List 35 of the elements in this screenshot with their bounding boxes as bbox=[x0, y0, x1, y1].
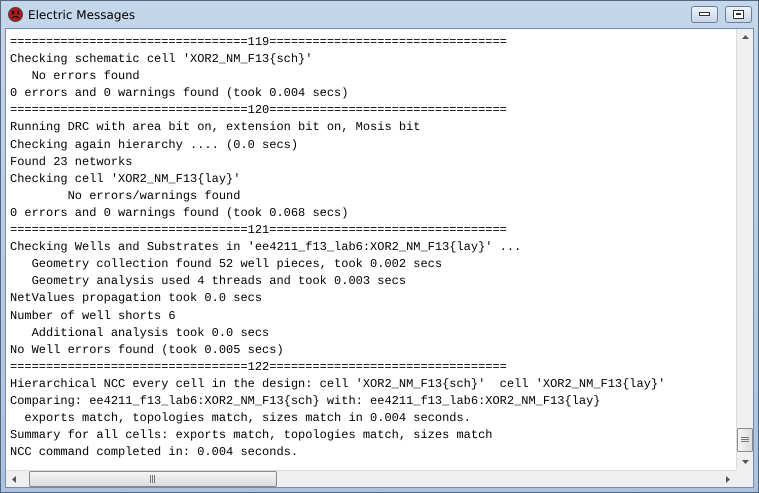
app-icon bbox=[8, 7, 23, 22]
log-line: NCC command completed in: 0.004 seconds. bbox=[10, 444, 298, 462]
vertical-scrollbar[interactable] bbox=[736, 29, 753, 470]
scroll-thumb[interactable] bbox=[29, 471, 277, 487]
log-line: Checking cell 'XOR2_NM_F13{lay}' bbox=[10, 170, 240, 188]
log-line: =================================121================================= bbox=[10, 222, 507, 240]
log-line: =================================120================================= bbox=[10, 102, 507, 120]
log-line: Additional analysis took 0.0 secs bbox=[30, 324, 270, 342]
log-line: Found 23 networks bbox=[10, 154, 132, 171]
log-line: Number of well shorts 6 bbox=[10, 308, 176, 324]
log-line: Comparing: ee4211_f13_lab6:XOR2_NM_F13{sch} with: ee4211_f13_lab6:XOR2_NM_F13{lay} bbox=[10, 392, 600, 410]
log-line: 0 errors and 0 warnings found (took 0.068 secs) bbox=[10, 204, 348, 222]
log-line: NetValues propagation took 0.0 secs bbox=[10, 290, 262, 308]
log-line: No errors found bbox=[30, 68, 140, 86]
log-line: 0 errors and 0 warnings found (took 0.004 secs) bbox=[10, 85, 348, 102]
log-line: exports match, topologies match, sizes match in 0.004 seconds. bbox=[23, 410, 471, 428]
maximize-button[interactable] bbox=[725, 6, 752, 23]
scroll-thumb[interactable] bbox=[737, 428, 753, 452]
log-line: =================================119================================= bbox=[10, 34, 507, 51]
log-line: Running DRC with area bit on, extension bit on, Mosis bit bbox=[10, 119, 420, 136]
horizontal-scrollbar[interactable] bbox=[6, 470, 736, 487]
minimize-icon bbox=[699, 12, 710, 17]
log-line: Geometry analysis used 4 threads and took 0.003 secs bbox=[30, 273, 406, 290]
log-line: Checking schematic cell 'XOR2_NM_F13{sch}' bbox=[10, 51, 312, 68]
log-line: Geometry collection found 52 well pieces, took 0.002 secs bbox=[30, 256, 442, 274]
minimize-button[interactable] bbox=[691, 6, 718, 23]
log-line: No errors/warnings found bbox=[66, 188, 240, 205]
log-line: Checking again hierarchy .... (0.0 secs) bbox=[10, 136, 298, 154]
log-line: Checking Wells and Substrates in 'ee4211_f13_lab6:XOR2_NM_F13{lay}' ... bbox=[10, 239, 522, 256]
window-title: Electric Messages bbox=[28, 8, 136, 22]
log-line: =================================122================================= bbox=[10, 358, 507, 376]
log-line: Hierarchical NCC every cell in the design: cell 'XOR2_NM_F13{sch}' cell 'XOR2_NM_F13{lay}' bbox=[10, 376, 666, 393]
log-line: Summary for all cells: exports match, topologies match, sizes match bbox=[10, 427, 492, 444]
log-line: No Well errors found (took 0.005 secs) bbox=[10, 342, 284, 359]
maximize-icon bbox=[733, 10, 744, 19]
